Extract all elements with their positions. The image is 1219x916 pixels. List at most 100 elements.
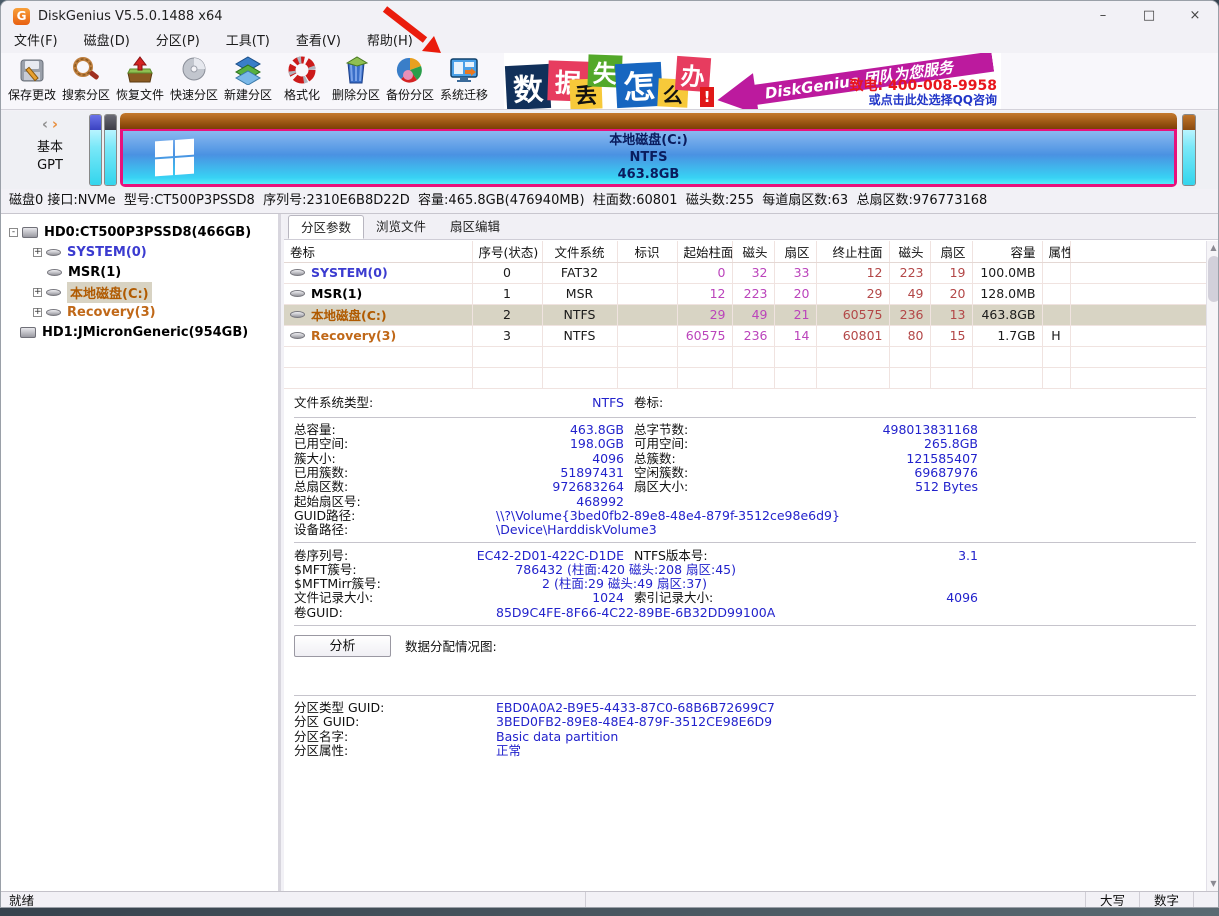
backup-partition-icon bbox=[395, 55, 425, 85]
quick-partition-button[interactable]: 快速分区 bbox=[167, 55, 221, 108]
tab-browse-files[interactable]: 浏览文件 bbox=[364, 215, 438, 239]
diskgenius-window: G DiskGenius V5.5.0.1488 x64 – □ × 文件(F)… bbox=[0, 0, 1219, 908]
quick-partition-icon bbox=[179, 55, 209, 85]
menu-file[interactable]: 文件(F) bbox=[1, 31, 71, 53]
disk-info-line: 磁盘0 接口:NVMe 型号:CT500P3PSSD8 序列号:2310E6B8… bbox=[1, 189, 1218, 214]
banner-tile: 数 bbox=[505, 64, 551, 109]
partition-icon bbox=[290, 332, 305, 339]
delete-partition-button[interactable]: 删除分区 bbox=[329, 55, 383, 108]
partition-details: 文件系统类型: NTFS 卷标: 总容量:463.8GB 总字节数:498013… bbox=[284, 386, 1206, 758]
table-row[interactable]: SYSTEM(0) 0FAT32 03233 1222319 100.0MB bbox=[284, 262, 1206, 283]
tree-item-hd1[interactable]: HD1:JMicronGeneric(954GB) bbox=[1, 322, 278, 342]
expand-icon[interactable]: + bbox=[33, 288, 42, 297]
backup-partition-button[interactable]: 备份分区 bbox=[383, 55, 437, 108]
divider bbox=[294, 542, 1196, 543]
new-partition-button[interactable]: 新建分区 bbox=[221, 55, 275, 108]
expand-icon[interactable]: + bbox=[33, 308, 42, 317]
disk-nav: ‹ › 基本 GPT bbox=[19, 115, 81, 173]
status-section bbox=[586, 892, 1086, 908]
selected-partition-size: 463.8GB bbox=[609, 166, 688, 183]
window-controls: – □ × bbox=[1080, 1, 1218, 31]
partition-bar-recovery[interactable] bbox=[1182, 114, 1196, 186]
partition-bar-c-selected[interactable]: 本地磁盘(C:) NTFS 463.8GB bbox=[120, 113, 1177, 187]
tree-item-local-c[interactable]: + 本地磁盘(C:) bbox=[1, 282, 278, 302]
disk-tree-panel: - HD0:CT500P3PSSD8(466GB) + SYSTEM(0) MS… bbox=[1, 214, 281, 891]
tab-bar: 分区参数 浏览文件 扇区编辑 bbox=[284, 214, 1219, 240]
expand-icon[interactable]: + bbox=[33, 248, 42, 257]
phone-number[interactable]: 致电: 400-008-9958 bbox=[849, 79, 997, 93]
tree-item-msr[interactable]: MSR(1) bbox=[1, 262, 278, 282]
selected-partition-fs: NTFS bbox=[609, 149, 688, 166]
banner-tile: ! bbox=[700, 87, 714, 107]
partition-bar-system[interactable] bbox=[89, 114, 102, 186]
selected-partition-name: 本地磁盘(C:) bbox=[609, 132, 688, 149]
num-lock-indicator: 数字 bbox=[1140, 892, 1194, 908]
divider bbox=[294, 695, 1196, 696]
caps-lock-indicator: 大写 bbox=[1086, 892, 1140, 908]
table-row-selected[interactable]: 本地磁盘(C:) 2NTFS 294921 6057523613 463.8GB bbox=[284, 304, 1206, 325]
divider bbox=[294, 417, 1196, 418]
partition-icon bbox=[46, 309, 61, 316]
table-header-row: 卷标序号(状态) 文件系统标识 起始柱面磁头 扇区终止柱面 磁头扇区 容量属性 bbox=[284, 241, 1206, 262]
new-partition-icon bbox=[233, 55, 263, 85]
partition-bar-msr[interactable] bbox=[104, 114, 117, 186]
collapse-icon[interactable]: - bbox=[9, 228, 18, 237]
title-bar: G DiskGenius V5.5.0.1488 x64 – □ × bbox=[1, 1, 1218, 31]
partition-icon bbox=[47, 269, 62, 276]
disk-icon bbox=[20, 327, 36, 338]
tab-partition-params[interactable]: 分区参数 bbox=[288, 215, 364, 239]
disk-icon bbox=[22, 227, 38, 238]
partition-icon bbox=[46, 249, 61, 256]
close-icon[interactable]: × bbox=[1172, 1, 1218, 31]
partition-icon bbox=[290, 290, 305, 297]
divider bbox=[294, 625, 1196, 626]
system-migrate-icon bbox=[449, 55, 479, 85]
menu-view[interactable]: 查看(V) bbox=[283, 31, 354, 53]
partition-icon bbox=[290, 311, 305, 318]
recover-file-icon bbox=[125, 55, 155, 85]
menu-disk[interactable]: 磁盘(D) bbox=[71, 31, 143, 53]
format-button[interactable]: 格式化 bbox=[275, 55, 329, 108]
save-changes-button[interactable]: 保存更改 bbox=[5, 55, 59, 108]
menu-partition[interactable]: 分区(P) bbox=[143, 31, 213, 53]
qq-link[interactable]: 或点击此处选择QQ咨询 bbox=[849, 93, 997, 107]
system-migrate-button[interactable]: 系统迁移 bbox=[437, 55, 491, 108]
detail-value: NTFS bbox=[444, 396, 624, 410]
toolbar: 保存更改 搜索分区 恢复文件 bbox=[1, 53, 1218, 110]
tree-item-system[interactable]: + SYSTEM(0) bbox=[1, 242, 278, 262]
menu-tools[interactable]: 工具(T) bbox=[213, 31, 283, 53]
alloc-map-strip bbox=[294, 660, 1206, 690]
partition-icon bbox=[46, 289, 61, 296]
tree-item-hd0[interactable]: - HD0:CT500P3PSSD8(466GB) bbox=[1, 222, 278, 242]
minimize-icon[interactable]: – bbox=[1080, 1, 1126, 31]
recover-file-button[interactable]: 恢复文件 bbox=[113, 55, 167, 108]
search-icon bbox=[71, 55, 101, 85]
disk-mode-label: 基本 bbox=[19, 136, 81, 155]
contact-block[interactable]: 致电: 400-008-9958 或点击此处选择QQ咨询 bbox=[849, 79, 997, 107]
banner-tile: 怎 bbox=[615, 62, 663, 108]
table-empty-row bbox=[284, 346, 1206, 367]
windows-logo-icon bbox=[155, 139, 195, 178]
alloc-map-label: 数据分配情况图: bbox=[405, 636, 497, 655]
analyze-button[interactable]: 分析 bbox=[294, 635, 391, 657]
table-row[interactable]: MSR(1) 1MSR 1222320 294920 128.0MB bbox=[284, 283, 1206, 304]
tree-item-recovery[interactable]: + Recovery(3) bbox=[1, 302, 278, 322]
scrollbar-thumb[interactable] bbox=[1208, 256, 1219, 302]
disk-overview: ‹ › 基本 GPT 本地磁盘(C:) NTFS 463.8GB bbox=[1, 111, 1218, 189]
search-partition-button[interactable]: 搜索分区 bbox=[59, 55, 113, 108]
partition-detail-panel: 分区参数 浏览文件 扇区编辑 卷标序号(状态) 文件系统标识 起始柱面磁头 扇区… bbox=[284, 214, 1219, 891]
status-text: 就绪 bbox=[1, 892, 586, 908]
table-row[interactable]: Recovery(3) 3NTFS 6057523614 608018015 1… bbox=[284, 325, 1206, 346]
maximize-icon[interactable]: □ bbox=[1126, 1, 1172, 31]
disk-scheme-label: GPT bbox=[19, 158, 81, 173]
next-disk-icon[interactable]: › bbox=[52, 115, 58, 133]
vertical-scrollbar[interactable]: ▲ ▼ bbox=[1206, 241, 1219, 891]
delete-partition-icon bbox=[341, 55, 371, 85]
detail-label: 卷标: bbox=[634, 396, 755, 410]
tab-sector-edit[interactable]: 扇区编辑 bbox=[438, 215, 512, 239]
scroll-up-icon[interactable]: ▲ bbox=[1207, 241, 1219, 255]
prev-disk-icon[interactable]: ‹ bbox=[42, 115, 48, 133]
scroll-down-icon[interactable]: ▼ bbox=[1207, 877, 1219, 891]
ad-banner[interactable]: 数 据 丢 失 怎 么 办 ! DiskGenius 团队为您服务 致电: 40… bbox=[504, 53, 1001, 109]
menu-help[interactable]: 帮助(H) bbox=[354, 31, 426, 53]
